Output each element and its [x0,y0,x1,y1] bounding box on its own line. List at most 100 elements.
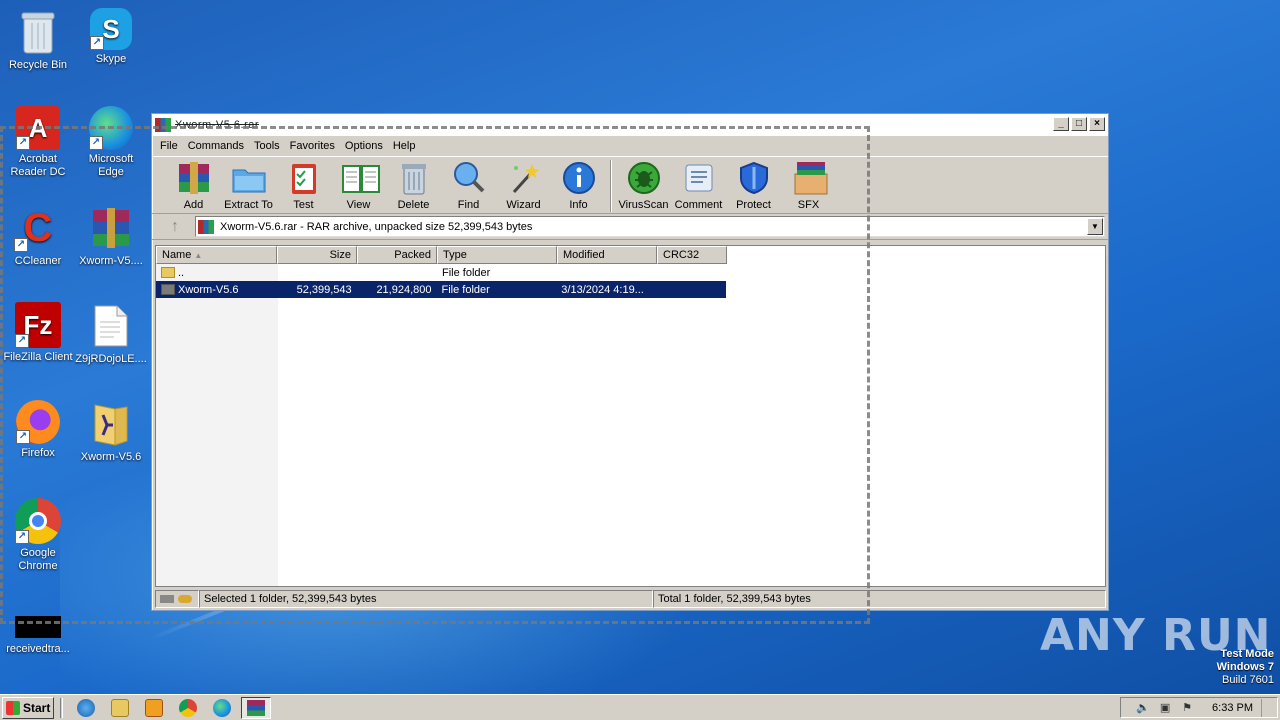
menu-help[interactable]: Help [388,140,421,152]
skype-icon: S ↗ [90,8,132,50]
desktop-icon-xworm-rar[interactable]: Xworm-V5.... [73,204,149,268]
column-header-name[interactable]: Name ▲ [156,246,277,264]
status-bar: Selected 1 folder, 52,399,543 bytes Tota… [155,590,1106,608]
internet-explorer-icon[interactable] [77,698,95,717]
desktop-icon-skype[interactable]: S ↗ Skype [73,8,149,66]
info-icon [561,160,597,196]
menu-commands[interactable]: Commands [183,140,249,152]
desktop-icon-edge[interactable]: ↗ Microsoft Edge [73,106,149,179]
window-title: Xworm-V5.6.rar [175,119,260,131]
column-header-modified[interactable]: Modified [557,246,657,264]
virus-scan-icon [626,160,662,196]
maximize-button[interactable]: □ [1071,117,1087,131]
winrar-window[interactable]: Xworm-V5.6.rar _ □ × File Commands Tools… [151,113,1109,611]
shortcut-arrow-icon: ↗ [15,334,29,348]
column-header-size[interactable]: Size [277,246,357,264]
rar-archive-icon [198,219,214,234]
show-desktop-button[interactable] [1261,698,1271,717]
column-header-crc32[interactable]: CRC32 [657,246,727,264]
toolbar-separator [610,160,612,212]
table-row-xworm-folder[interactable]: Xworm-V5.6 52,399,543 21,924,800 File fo… [156,281,726,298]
find-button[interactable]: Find [441,160,496,211]
recycle-bin-icon [14,8,62,56]
title-bar[interactable]: Xworm-V5.6.rar _ □ × [152,114,1108,136]
archive-path-text: Xworm-V5.6.rar - RAR archive, unpacked s… [220,220,533,233]
folder-icon [161,284,175,296]
minimize-button[interactable]: _ [1053,117,1069,131]
protect-shield-icon [736,160,772,196]
column-header-type[interactable]: Type [437,246,557,264]
status-total: Total 1 folder, 52,399,543 bytes [653,590,1106,608]
info-button[interactable]: Info [551,160,606,211]
acrobat-icon: A ↗ [16,106,60,150]
system-tray: 🔈 ▣ ⚑ 6:33 PM [1120,697,1278,718]
desktop-icon-chrome[interactable]: ↗ Google Chrome [0,498,76,573]
start-button[interactable]: Start [2,696,54,719]
test-button[interactable]: Test [276,160,331,211]
file-icon [14,614,62,640]
edge-taskbar-icon[interactable] [213,698,231,717]
status-icons [155,590,199,608]
chrome-taskbar-icon[interactable] [179,698,197,717]
clock[interactable]: 6:33 PM [1212,702,1253,714]
table-row-parent[interactable]: .. File folder [156,264,1105,281]
up-one-level-button[interactable]: ↑ [155,216,195,238]
archive-path-field[interactable]: Xworm-V5.6.rar - RAR archive, unpacked s… [195,216,1105,237]
folder-up-icon [161,267,175,279]
drive-icon [160,595,174,603]
folder-icon [87,400,135,448]
view-button[interactable]: View [331,160,386,211]
delete-trash-icon [396,160,432,196]
desktop-icon-received[interactable]: receivedtra... [0,614,76,656]
desktop-icon-recycle-bin[interactable]: Recycle Bin [0,8,76,72]
winrar-app-icon [155,118,171,132]
menu-bar: File Commands Tools Favorites Options He… [152,136,1108,156]
desktop-icon-acrobat[interactable]: A ↗ Acrobat Reader DC [0,106,76,179]
view-book-icon [341,160,380,196]
network-icon[interactable]: ▣ [1158,701,1172,715]
add-button[interactable]: Add [166,160,221,211]
shortcut-arrow-icon: ↗ [90,36,104,50]
close-button[interactable]: × [1089,117,1105,131]
virusscan-button[interactable]: VirusScan [616,160,671,211]
wizard-button[interactable]: Wizard [496,160,551,211]
delete-button[interactable]: Delete [386,160,441,211]
address-dropdown-button[interactable]: ▼ [1087,218,1103,235]
action-center-flag-icon[interactable]: ⚑ [1180,701,1194,715]
menu-tools[interactable]: Tools [249,140,285,152]
taskbar: Start 🔈 ▣ ⚑ 6:33 PM [0,694,1280,720]
address-bar: ↑ Xworm-V5.6.rar - RAR archive, unpacked… [152,214,1108,240]
menu-file[interactable]: File [155,140,183,152]
desktop-icon-xworm-folder[interactable]: Xworm-V5.6 [73,400,149,464]
desktop-icon-ccleaner[interactable]: C ↗ CCleaner [0,204,76,268]
shortcut-arrow-icon: ↗ [15,530,29,544]
find-magnifier-icon [451,160,487,196]
sfx-button[interactable]: SFX [781,160,836,211]
explorer-folder-icon[interactable] [111,698,129,717]
edge-icon: ↗ [89,106,133,150]
shortcut-arrow-icon: ↗ [14,238,28,252]
taskbar-separator [60,697,63,718]
protect-button[interactable]: Protect [726,160,781,211]
windows-flag-icon [6,700,20,715]
column-header-packed[interactable]: Packed [357,246,437,264]
media-player-icon[interactable] [145,698,163,717]
menu-options[interactable]: Options [340,140,388,152]
firefox-icon: ↗ [16,400,60,444]
ccleaner-icon: C ↗ [14,204,62,252]
comment-button[interactable]: Comment [671,160,726,211]
document-icon [87,302,135,350]
file-list[interactable]: Name ▲ Size Packed Type Modified CRC32 .… [155,245,1106,587]
winrar-taskbar-button[interactable] [241,696,271,719]
desktop-icon-filezilla[interactable]: Fz ↗ FileZilla Client [0,302,76,364]
volume-icon[interactable]: 🔈 [1136,701,1150,715]
winrar-taskbar-icon [247,699,265,716]
desktop-icon-firefox[interactable]: ↗ Firefox [0,400,76,460]
menu-favorites[interactable]: Favorites [285,140,340,152]
sfx-box-icon [791,160,827,196]
test-clipboard-icon [286,160,322,196]
extract-to-button[interactable]: Extract To [221,160,276,211]
shortcut-arrow-icon: ↗ [16,430,30,444]
desktop-icon-document[interactable]: Z9jRDojoLE.... [73,302,149,366]
extract-folder-icon [231,160,267,196]
